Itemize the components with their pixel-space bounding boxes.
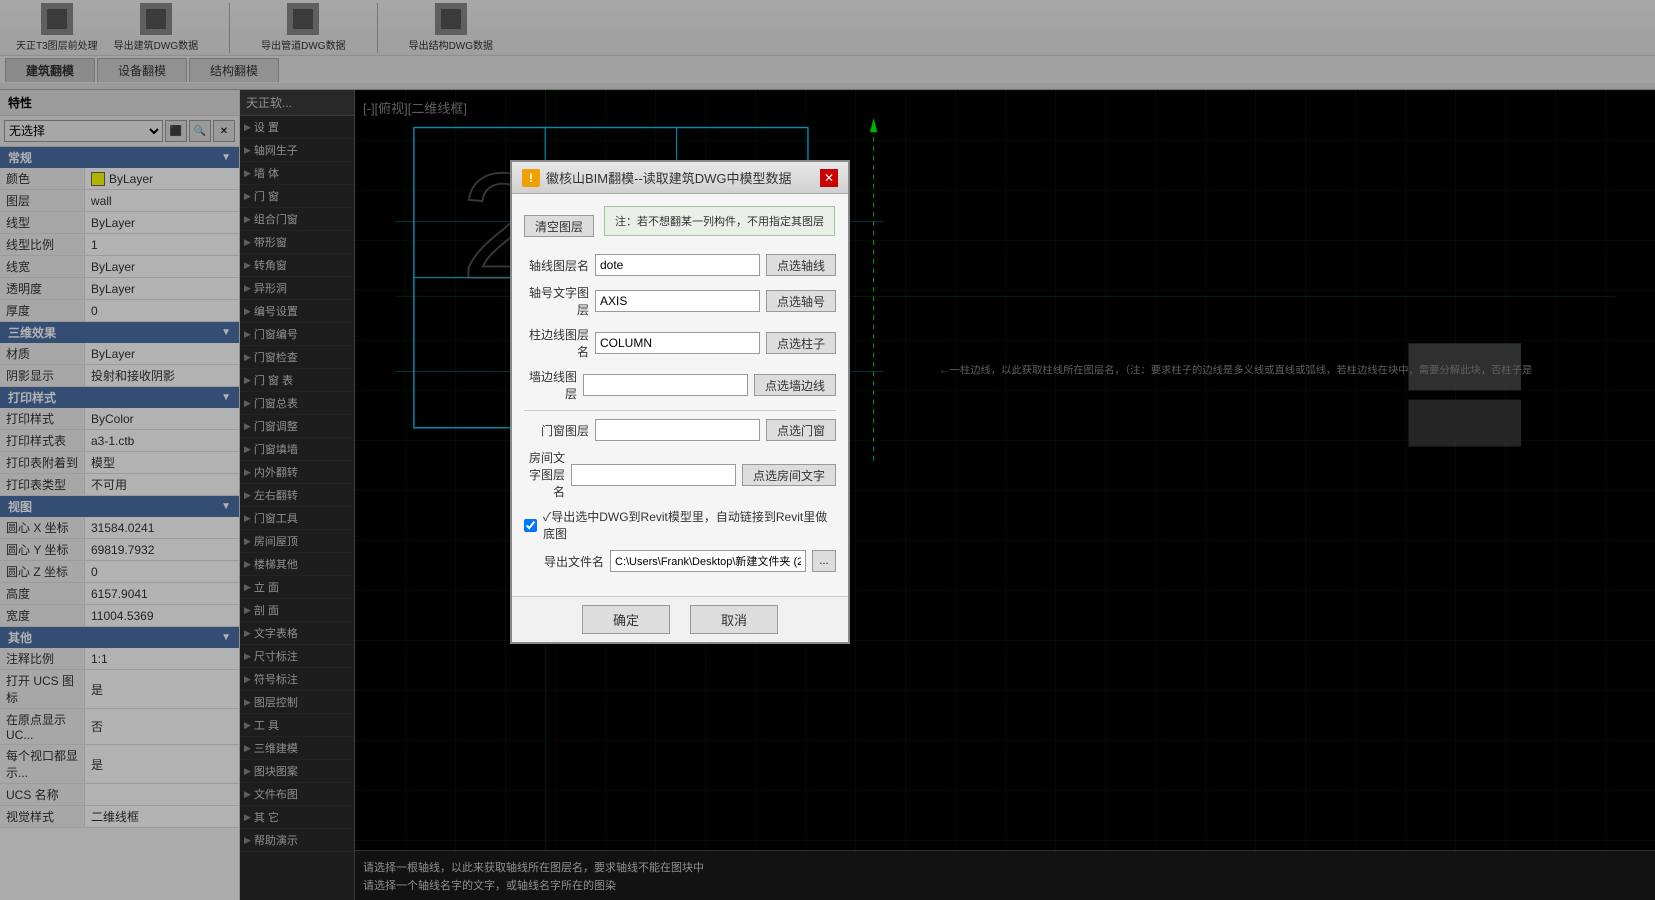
input-column-layer[interactable] — [595, 332, 760, 354]
modal-form-row-axis-layer: 轴线图层名 点选轴线 — [524, 254, 836, 276]
input-room-text[interactable] — [571, 464, 736, 486]
btn-select-dw[interactable]: 点选门窗 — [766, 419, 836, 441]
modal-checkbox-row: ✓导出选中DWG到Revit模型里，自动链接到Revit里做底图 — [524, 508, 836, 542]
label-wall-layer: 墙边线图层 — [524, 368, 577, 402]
modal-separator — [524, 410, 836, 411]
modal-close-button[interactable]: ✕ — [820, 169, 838, 187]
label-room-text: 房间文字图层名 — [524, 449, 565, 500]
modal-titlebar: ! 徽核山BIM翻模--读取建筑DWG中模型数据 ✕ — [512, 162, 848, 194]
input-wall-layer[interactable] — [583, 374, 748, 396]
input-dw-layer[interactable] — [595, 419, 760, 441]
modal-clear-row: 清空图层 注：若不想翻某一列构件，不用指定其图层 — [524, 206, 836, 246]
modal-form-row-wall-layer: 墙边线图层 点选墙边线 — [524, 368, 836, 402]
modal-footer: 确定 取消 — [512, 596, 848, 642]
label-column-layer: 柱边线图层名 — [524, 326, 589, 360]
btn-select-axis-num[interactable]: 点选轴号 — [766, 290, 836, 312]
modal-form-row-axis-text: 轴号文字图层 点选轴号 — [524, 284, 836, 318]
modal-overlay: ! 徽核山BIM翻模--读取建筑DWG中模型数据 ✕ 清空图层 注：若不想翻某一… — [0, 0, 1655, 900]
btn-select-room[interactable]: 点选房间文字 — [742, 464, 836, 486]
input-axis-layer[interactable] — [595, 254, 760, 276]
modal-dialog: ! 徽核山BIM翻模--读取建筑DWG中模型数据 ✕ 清空图层 注：若不想翻某一… — [510, 160, 850, 644]
modal-note: 注：若不想翻某一列构件，不用指定其图层 — [604, 206, 835, 236]
modal-title: 徽核山BIM翻模--读取建筑DWG中模型数据 — [546, 168, 792, 187]
label-file: 导出文件名 — [524, 553, 604, 570]
modal-form-row-column-layer: 柱边线图层名 点选柱子 — [524, 326, 836, 360]
modal-ok-button[interactable]: 确定 — [582, 605, 670, 634]
input-axis-text[interactable] — [595, 290, 760, 312]
modal-form-row-room-text: 房间文字图层名 点选房间文字 — [524, 449, 836, 500]
clear-layers-button[interactable]: 清空图层 — [524, 215, 594, 237]
btn-select-axis[interactable]: 点选轴线 — [766, 254, 836, 276]
file-browse-button[interactable]: ... — [812, 550, 836, 572]
label-dw-layer: 门窗图层 — [524, 422, 589, 439]
modal-file-row: 导出文件名 ... — [524, 550, 836, 572]
input-file-path[interactable] — [610, 550, 806, 572]
btn-select-column[interactable]: 点选柱子 — [766, 332, 836, 354]
label-axis-text: 轴号文字图层 — [524, 284, 589, 318]
btn-select-wall[interactable]: 点选墙边线 — [754, 374, 836, 396]
modal-form-row-dw-layer: 门窗图层 点选门窗 — [524, 419, 836, 441]
modal-cancel-button[interactable]: 取消 — [690, 605, 778, 634]
warning-icon: ! — [522, 169, 540, 187]
export-checkbox[interactable] — [524, 519, 537, 532]
label-axis-layer: 轴线图层名 — [524, 257, 589, 274]
